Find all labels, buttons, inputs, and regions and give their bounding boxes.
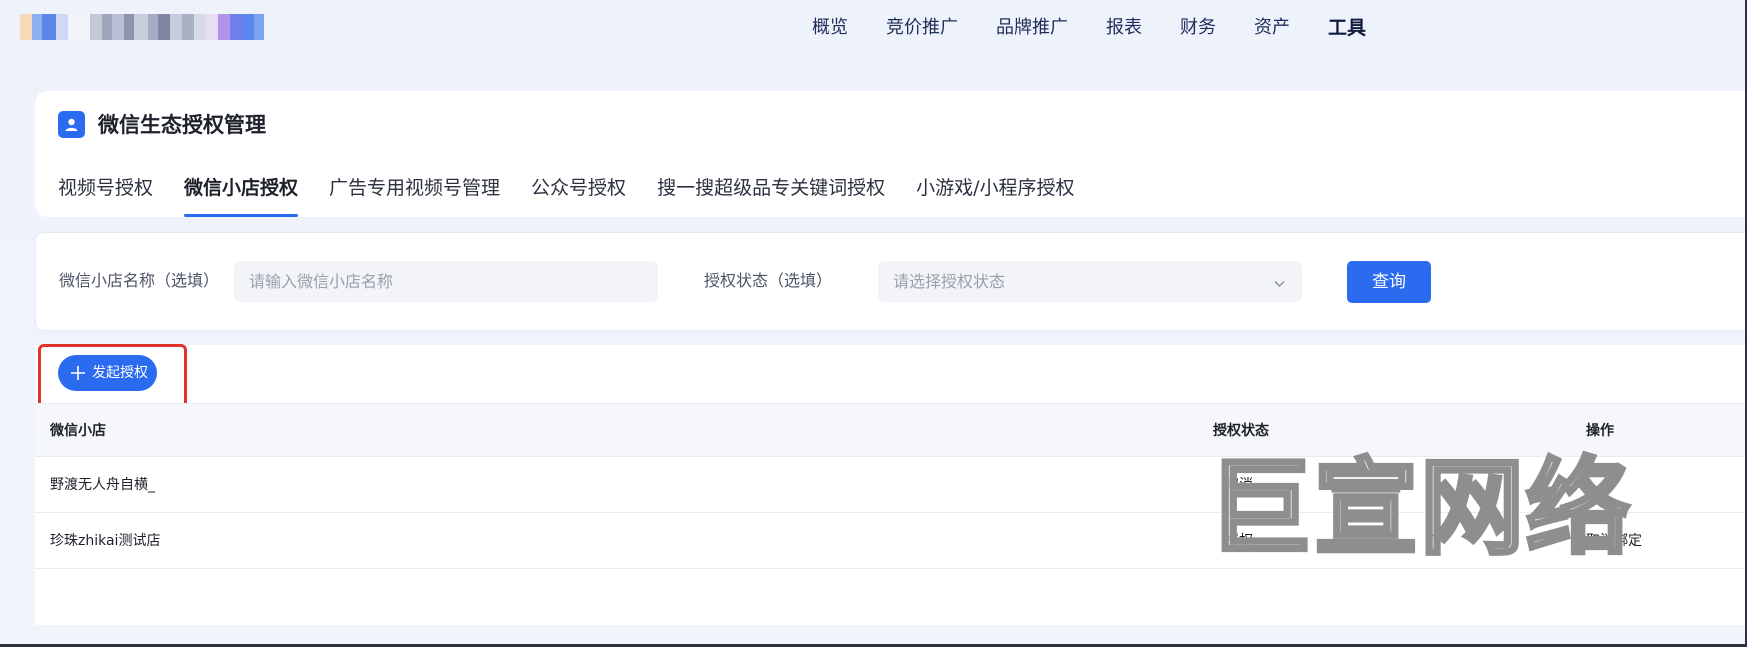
page-title: 微信生态授权管理 (98, 113, 266, 137)
blurred-logo (20, 14, 284, 40)
row-shop-name: 珍珠zhikai测试店 (50, 533, 161, 549)
top-bar: 概览 竞价推广 品牌推广 报表 财务 资产 工具 (0, 0, 1747, 58)
filter-card: 微信小店名称（选填） 授权状态（选填） 请选择授权状态 查询 (35, 232, 1747, 331)
highlight-annotation-box (38, 344, 187, 410)
tab-official-account-auth[interactable]: 公众号授权 (531, 174, 626, 217)
auth-status-placeholder: 请选择授权状态 (893, 272, 1006, 291)
tab-search-brand-keyword-auth[interactable]: 搜一搜超级品专关键词授权 (657, 174, 885, 217)
tab-ad-channels-management[interactable]: 广告专用视频号管理 (329, 174, 500, 217)
auth-tabs: 视频号授权 微信小店授权 广告专用视频号管理 公众号授权 搜一搜超级品专关键词授… (58, 174, 1105, 217)
nav-finance[interactable]: 财务 (1180, 14, 1216, 42)
main-nav: 概览 竞价推广 品牌推广 报表 财务 资产 工具 (812, 14, 1404, 42)
column-header-action: 操作 (1586, 423, 1614, 439)
tab-channels-auth[interactable]: 视频号授权 (58, 174, 153, 217)
shop-name-label: 微信小店名称（选填） (59, 271, 220, 290)
shop-name-input[interactable] (234, 261, 658, 302)
nav-brand-promotion[interactable]: 品牌推广 (996, 14, 1068, 42)
user-card-icon (58, 111, 85, 138)
auth-status-select[interactable]: 请选择授权状态 (878, 261, 1302, 302)
nav-overview[interactable]: 概览 (812, 14, 848, 42)
nav-reports[interactable]: 报表 (1106, 14, 1142, 42)
tab-minigame-miniprogram-auth[interactable]: 小游戏/小程序授权 (916, 174, 1074, 217)
column-header-shop: 微信小店 (50, 423, 106, 439)
nav-bidding-promotion[interactable]: 竞价推广 (886, 14, 958, 42)
query-button[interactable]: 查询 (1347, 261, 1431, 303)
nav-assets[interactable]: 资产 (1254, 14, 1290, 42)
column-header-status: 授权状态 (1213, 423, 1269, 439)
chevron-down-icon (1273, 275, 1286, 294)
nav-tools[interactable]: 工具 (1328, 14, 1366, 42)
watermark-text: 巨宣网络 (1206, 446, 1633, 570)
auth-status-label: 授权状态（选填） (704, 271, 833, 290)
tab-wechat-shop-auth[interactable]: 微信小店授权 (184, 174, 299, 217)
auth-header-card: 微信生态授权管理 视频号授权 微信小店授权 广告专用视频号管理 公众号授权 搜一… (35, 91, 1747, 217)
row-shop-name: 野渡无人舟自横_ (50, 477, 155, 493)
